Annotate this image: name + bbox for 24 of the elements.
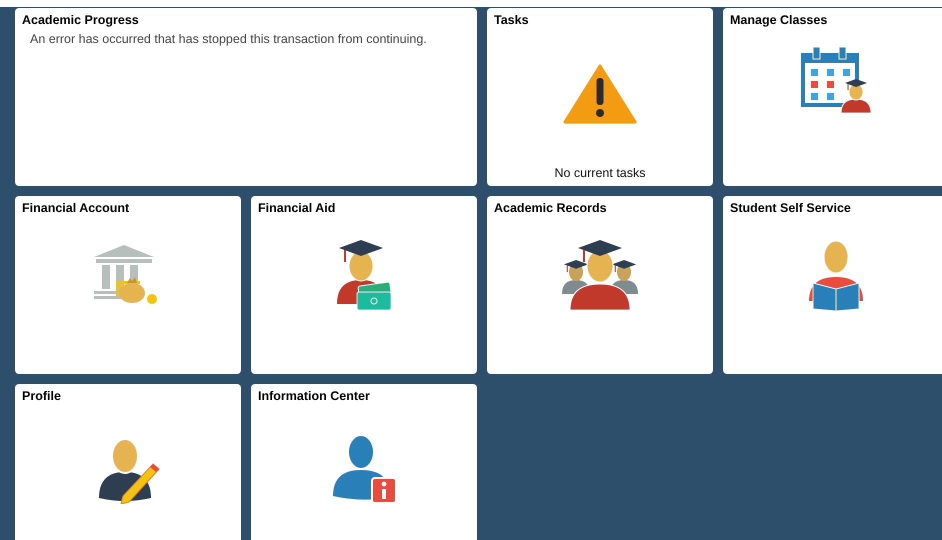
tile-title: Academic Progress (22, 13, 140, 27)
tile-title: Financial Aid (258, 201, 336, 215)
tasks-status: No current tasks (553, 166, 646, 181)
tile-title: Information Center (258, 389, 371, 403)
tile-card[interactable]: Student Self Service (723, 196, 942, 374)
error-message: An error has occurred that has stopped this transaction from continuing. (30, 32, 428, 46)
tile-card[interactable]: Financial Aid (251, 196, 477, 374)
graduates-group-icon (560, 238, 640, 312)
tile-title: Academic Records (494, 201, 608, 215)
tile-card[interactable]: Tasks No current tasks (487, 8, 713, 186)
tile-card[interactable]: Academic Records (487, 196, 713, 374)
tile-title: Tasks (494, 13, 530, 27)
tile-card[interactable]: Profile (15, 384, 241, 540)
calendar-graduate-icon (799, 45, 873, 115)
tile-title: Manage Classes (730, 13, 828, 27)
tile-card[interactable]: Manage Classes (723, 8, 942, 186)
tile-card[interactable]: Financial Account (15, 196, 241, 374)
warning-icon (563, 64, 637, 124)
tile-title: Financial Account (22, 201, 130, 215)
tile-title: Profile (22, 389, 62, 403)
tile-title: Student Self Service (730, 201, 852, 215)
tile-card[interactable]: Information Center (251, 384, 477, 540)
tile-card[interactable]: Academic Progress An error has occurred that has stopped this transaction from continuing. (15, 8, 477, 186)
person-reading-icon (807, 239, 865, 311)
